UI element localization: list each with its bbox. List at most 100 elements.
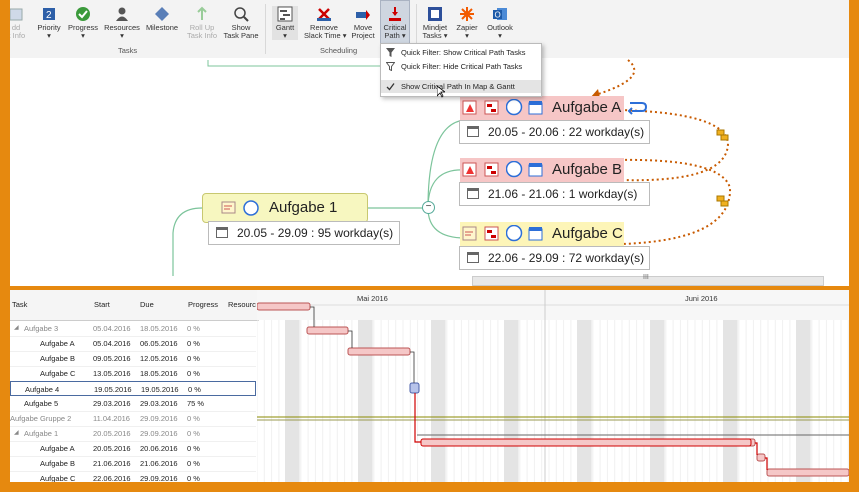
gantt-icon bbox=[277, 6, 293, 22]
resources-button[interactable]: Resources ▾ bbox=[103, 6, 141, 40]
person-icon bbox=[114, 6, 130, 22]
gantt-button[interactable]: Gantt ▾ bbox=[272, 6, 298, 40]
table-row[interactable]: Aufgabe B 21.06.2016 21.06.2016 0 % bbox=[10, 456, 256, 472]
move-project-button[interactable]: Move Project bbox=[348, 6, 378, 40]
gantt-view: Task Start Due Progress Resourc ◢ Aufgabe… bbox=[10, 290, 849, 482]
filter-icon bbox=[386, 48, 395, 57]
table-row[interactable]: Aufgabe A 05.04.2016 06.05.2016 0 % bbox=[10, 336, 256, 352]
priority-icon: 2 bbox=[41, 6, 57, 22]
topic-aufgabe-c[interactable]: Aufgabe C bbox=[460, 222, 624, 246]
weekend-band bbox=[723, 320, 738, 482]
progress-circle-icon bbox=[505, 160, 523, 178]
cell-progress: 0 % bbox=[187, 414, 200, 423]
cell-task: Aufgabe B bbox=[40, 459, 76, 468]
roll-up-icon bbox=[194, 6, 210, 22]
cell-task: Aufgabe 5 bbox=[24, 399, 59, 408]
weekend-band bbox=[577, 320, 592, 482]
topic-label: Aufgabe A bbox=[552, 99, 622, 116]
progress-button[interactable]: Progress ▾ bbox=[66, 6, 100, 40]
column-header-progress[interactable]: Progress bbox=[186, 290, 227, 321]
calendar-month-icon bbox=[528, 100, 543, 115]
task-bar bbox=[347, 347, 411, 356]
progress-circle-icon bbox=[505, 98, 523, 116]
milestone-button[interactable]: Milestone bbox=[144, 6, 180, 32]
table-row[interactable]: Aufgabe B 09.05.2016 12.05.2016 0 % bbox=[10, 351, 256, 367]
column-header-resources[interactable]: Resourc bbox=[226, 290, 259, 321]
zapier-button[interactable]: Zapier ▾ bbox=[454, 6, 480, 40]
cell-start: 13.05.2016 bbox=[93, 369, 131, 378]
cell-due: 12.05.2016 bbox=[140, 354, 178, 363]
table-row[interactable]: Aufgabe C 13.05.2016 18.05.2016 0 % bbox=[10, 366, 256, 382]
remove-slack-time-button[interactable]: Remove Slack Time ▾ bbox=[304, 6, 347, 40]
table-row[interactable]: ◢ Aufgabe 3 05.04.2016 18.05.2016 0 % bbox=[10, 321, 256, 337]
cell-progress: 0 % bbox=[187, 339, 200, 348]
progress-label: Progress ▾ bbox=[67, 23, 98, 40]
menu-item-hide-critical-path-tasks[interactable]: Quick Filter: Hide Critical Path Tasks bbox=[381, 60, 541, 73]
task-info-icon bbox=[462, 226, 477, 241]
filter-outline-icon bbox=[385, 62, 396, 72]
critical-path-icon bbox=[387, 6, 403, 22]
calendar-icon bbox=[467, 252, 479, 263]
dependency-marker-icon bbox=[716, 128, 730, 147]
column-header-due[interactable]: Due bbox=[138, 290, 187, 321]
remove-slack-time-label: Remove Slack Time ▾ bbox=[304, 23, 347, 40]
table-row[interactable]: Aufgabe 5 29.03.2016 29.03.2016 75 % bbox=[10, 396, 256, 412]
outlook-icon: O bbox=[492, 6, 508, 22]
progress-check-icon bbox=[75, 6, 91, 22]
topic-aufgabe-b[interactable]: Aufgabe B bbox=[460, 158, 624, 182]
critical-link-icon bbox=[484, 100, 499, 115]
menu-item-show-critical-path-in-map-gantt[interactable]: Show Critical Path In Map & Gantt bbox=[381, 80, 541, 93]
collapse-toggle[interactable]: − bbox=[422, 201, 435, 214]
cell-progress: 75 % bbox=[187, 399, 205, 408]
topic-label: Aufgabe 1 bbox=[269, 199, 338, 216]
expand-toggle[interactable]: ◢ bbox=[14, 321, 19, 336]
cell-due: 29.03.2016 bbox=[140, 399, 178, 408]
cell-due: 29.09.2016 bbox=[140, 429, 178, 438]
mindjet-tasks-label: Mindjet Tasks ▾ bbox=[422, 23, 448, 40]
weekend-band bbox=[358, 320, 373, 482]
table-row[interactable]: Aufgabe C 22.06.2016 29.09.2016 0 % bbox=[10, 471, 256, 482]
table-row[interactable]: Aufgabe 4 19.05.2016 19.05.2016 0 % bbox=[10, 381, 256, 396]
task-bar bbox=[257, 302, 311, 311]
zapier-label: Zapier ▾ bbox=[456, 23, 478, 40]
mindjet-tasks-button[interactable]: Mindjet Tasks ▾ bbox=[420, 6, 450, 40]
cell-progress: 0 % bbox=[188, 385, 201, 394]
cell-task: Aufgabe C bbox=[40, 369, 76, 378]
date-range-text: 21.06 - 21.06 : 1 workday(s) bbox=[488, 187, 638, 201]
table-row[interactable]: ◢ Aufgabe 1 20.05.2016 29.09.2016 0 % bbox=[10, 426, 256, 442]
show-task-pane-button[interactable]: Show Task Pane bbox=[222, 6, 260, 40]
scroll-grip[interactable]: III bbox=[643, 274, 649, 281]
add-task-info-button[interactable]: dd k Info bbox=[10, 6, 30, 40]
link-icon bbox=[627, 99, 648, 122]
move-project-label: Move Project bbox=[351, 23, 375, 40]
cell-due: 06.05.2016 bbox=[140, 339, 178, 348]
date-range-text: 22.06 - 29.09 : 72 workday(s) bbox=[488, 251, 645, 265]
month-label: Juni 2016 bbox=[685, 294, 718, 303]
table-row[interactable]: Aufgabe A 20.05.2016 20.06.2016 0 % bbox=[10, 441, 256, 457]
outlook-button[interactable]: O Outlook ▾ bbox=[484, 6, 516, 40]
mindjet-tasks-icon bbox=[427, 6, 443, 22]
menu-item-show-critical-path-tasks[interactable]: Quick Filter: Show Critical Path Tasks bbox=[381, 46, 541, 59]
menu-item-label: Show Critical Path In Map & Gantt bbox=[401, 82, 515, 91]
task-info-icon bbox=[462, 100, 477, 115]
date-box-aufgabe-a: 20.05 - 20.06 : 22 workday(s) bbox=[459, 120, 650, 144]
column-header-task[interactable]: Task bbox=[10, 290, 93, 321]
roll-up-task-info-button[interactable]: Roll Up Task Info bbox=[184, 6, 220, 40]
topic-aufgabe-1[interactable]: Aufgabe 1 bbox=[202, 193, 368, 223]
map-horizontal-scrollbar[interactable]: III bbox=[472, 274, 824, 286]
weekend-band bbox=[504, 320, 519, 482]
cell-due: 20.06.2016 bbox=[140, 444, 178, 453]
cell-start: 20.05.2016 bbox=[93, 444, 131, 453]
add-task-info-label: dd k Info bbox=[10, 23, 26, 40]
scheduling-group-label: Scheduling bbox=[320, 46, 358, 55]
gantt-chart[interactable]: Mai 2016 Juni 2016 bbox=[257, 290, 849, 482]
priority-button[interactable]: 2 Priority ▾ bbox=[35, 6, 63, 40]
date-range-text: 20.05 - 20.06 : 22 workday(s) bbox=[488, 125, 645, 139]
cell-task: Aufgabe B bbox=[40, 354, 76, 363]
topic-aufgabe-a[interactable]: Aufgabe A bbox=[460, 96, 624, 120]
mouse-cursor-icon bbox=[436, 85, 447, 100]
column-header-start[interactable]: Start bbox=[92, 290, 139, 321]
table-row[interactable]: Aufgabe Gruppe 2 11.04.2016 29.09.2016 0 % bbox=[10, 411, 256, 427]
task-pane-search-icon bbox=[233, 6, 249, 22]
expand-toggle[interactable]: ◢ bbox=[14, 426, 19, 441]
